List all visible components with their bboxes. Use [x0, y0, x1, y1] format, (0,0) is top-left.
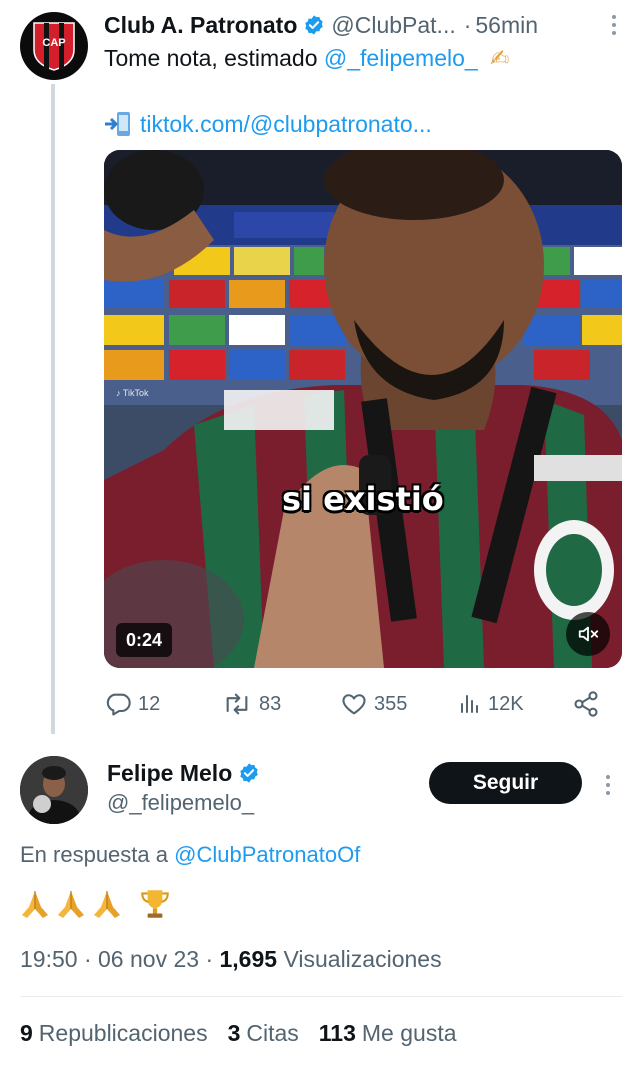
- tweet-timestamp[interactable]: 56min: [475, 12, 538, 39]
- follow-button[interactable]: Seguir: [429, 762, 582, 804]
- quotes-label: Citas: [246, 1020, 299, 1046]
- reposts-label: Republicaciones: [38, 1020, 208, 1046]
- views-action[interactable]: 12K: [458, 684, 524, 724]
- more-options-icon[interactable]: [604, 8, 624, 42]
- mention-link[interactable]: @_felipemelo_: [324, 45, 478, 71]
- verified-badge-icon: [238, 762, 260, 784]
- folded-hands-icon: [94, 891, 120, 918]
- quotes-count: 3: [227, 1020, 241, 1046]
- reply-metadata: 19:50 · 06 nov 23 · 1,695 Visualizacione…: [20, 946, 442, 973]
- likes-stat[interactable]: 113 Me gusta: [319, 1020, 457, 1047]
- like-count: 355: [374, 692, 408, 715]
- author-handle[interactable]: @ClubPat...: [331, 12, 455, 39]
- folded-hands-icon: [22, 891, 48, 918]
- tweet-text-prefix: Tome nota, estimado: [104, 45, 324, 71]
- svg-text:CAP: CAP: [42, 37, 65, 49]
- author-avatar[interactable]: CAP: [20, 12, 88, 80]
- video-frame-illustration: [104, 150, 622, 668]
- mute-icon[interactable]: [566, 612, 610, 656]
- reply-views-count: 1,695: [219, 946, 278, 972]
- likes-label: Me gusta: [361, 1020, 457, 1046]
- tweet-link-row: tiktok.com/@clubpatronato...: [104, 110, 432, 138]
- club-crest-icon: CAP: [33, 22, 75, 71]
- stats-divider: [20, 996, 622, 997]
- thread-connector-line: [51, 84, 55, 734]
- tiktok-link[interactable]: tiktok.com/@clubpatronato...: [140, 110, 432, 138]
- tweet-actions-bar: 12 83 355 12K: [104, 684, 608, 724]
- reply-author-name[interactable]: Felipe Melo: [107, 760, 232, 787]
- video-player[interactable]: ♪ TikTok si existió 0:24: [104, 150, 622, 668]
- heart-icon: [342, 694, 366, 715]
- verified-badge-icon: [303, 14, 325, 36]
- reply-to-mention[interactable]: @ClubPatronatoOf: [174, 842, 360, 867]
- folded-hands-icon: [58, 891, 84, 918]
- separator-dot: ·: [83, 946, 99, 972]
- share-action[interactable]: [572, 684, 600, 724]
- repost-action[interactable]: 83: [221, 684, 281, 724]
- reply-text-emojis: [18, 884, 174, 924]
- reply-count: 12: [138, 692, 161, 715]
- video-caption: si existió: [282, 480, 444, 518]
- views-count: 12K: [488, 692, 524, 715]
- writing-hand-emoji: ✍: [490, 45, 510, 71]
- author-name[interactable]: Club A. Patronato: [104, 12, 297, 39]
- video-duration: 0:24: [116, 623, 173, 657]
- reply-views-label: Visualizaciones: [283, 946, 442, 972]
- repost-icon: [226, 693, 248, 715]
- quotes-stat[interactable]: 3 Citas: [228, 1020, 299, 1047]
- reply-date[interactable]: 06 nov 23: [98, 946, 199, 972]
- likes-count: 113: [318, 1020, 356, 1046]
- tiktok-watermark-icon: ♪ TikTok: [116, 388, 149, 398]
- mobile-arrow-icon: [104, 111, 134, 137]
- reply-context: En respuesta a @ClubPatronatoOf: [20, 842, 360, 868]
- reply-engagement-stats: 9 Republicaciones 3 Citas 113 Me gusta: [20, 1020, 457, 1047]
- reposts-count: 9: [20, 1020, 33, 1046]
- reply-action[interactable]: 12: [104, 684, 160, 724]
- reply-author-row: Felipe Melo: [107, 758, 266, 788]
- repost-count: 83: [259, 692, 282, 715]
- views-chart-icon: [461, 695, 478, 713]
- reply-author-handle[interactable]: @_felipemelo_: [107, 790, 254, 816]
- reposts-stat[interactable]: 9 Republicaciones: [20, 1020, 208, 1047]
- like-action[interactable]: 355: [340, 684, 407, 724]
- separator-dot: ·: [205, 946, 220, 972]
- share-icon: [574, 691, 598, 717]
- tweet-text: Tome nota, estimado @_felipemelo_ ✍: [104, 44, 509, 72]
- reply-to-prefix: En respuesta a: [20, 842, 175, 867]
- reply-time[interactable]: 19:50: [20, 946, 78, 972]
- profile-photo-illustration: [20, 756, 88, 824]
- separator-dot: ·: [463, 11, 472, 38]
- reply-icon: [106, 693, 131, 716]
- more-options-icon[interactable]: [598, 768, 618, 802]
- reply-author-avatar[interactable]: [20, 756, 88, 824]
- tweet-header: Club A. Patronato @ClubPat... · 56min: [104, 8, 624, 42]
- trophy-icon: [141, 890, 169, 918]
